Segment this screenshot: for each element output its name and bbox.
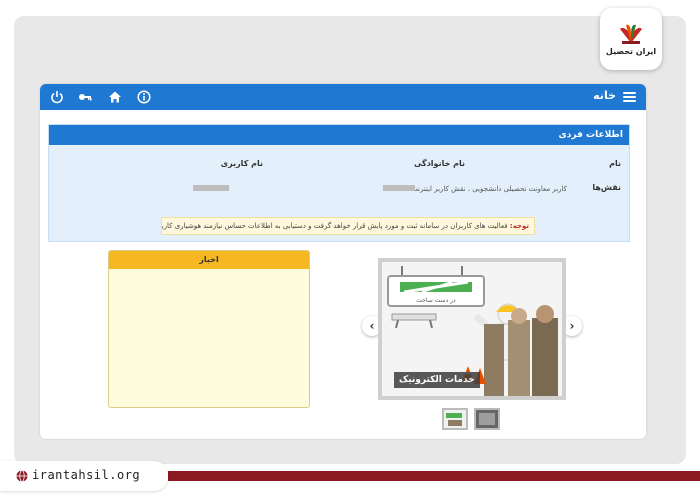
first-name-label: نام — [609, 159, 621, 168]
site-url[interactable]: irantahsil.org — [32, 468, 140, 482]
notice-label: توجه: — [509, 222, 529, 230]
slide-caption: خدمات الکترونیک — [394, 372, 480, 388]
top-navbar: خانه — [40, 84, 646, 110]
brand-logo-icon — [620, 24, 642, 44]
footer-site-tab: irantahsil.org — [0, 461, 168, 491]
thumbnail-image-1 — [444, 410, 466, 428]
username-label: نام کاربری — [220, 159, 263, 168]
hamburger-menu-icon[interactable] — [623, 92, 636, 102]
key-icon[interactable] — [78, 90, 92, 104]
thumbnail-image-2 — [476, 410, 498, 428]
personal-info-panel: اطلاعات فردی نام نام خانوادگی نام کاربری… — [48, 124, 630, 242]
slide-sign-text: در دست ساخت — [416, 297, 456, 304]
slider-thumbnail-1[interactable] — [442, 408, 468, 430]
home-icon[interactable] — [108, 90, 122, 104]
roles-value: کاربر معاونت تحصیلی دانشجویی ، نقش کاربر… — [411, 185, 567, 193]
home-label[interactable]: خانه — [593, 89, 616, 102]
footer-bar — [168, 471, 700, 481]
notice-text: فعالیت های کاربران در سامانه ثبت و مورد … — [161, 222, 510, 230]
app-window: خانه اطلاعات فردی نام نام خانوادگی نام ک… — [40, 84, 646, 439]
news-title: اخبار — [109, 251, 309, 269]
roles-label: نقش‌ها — [592, 183, 621, 192]
personal-info-title: اطلاعات فردی — [49, 125, 629, 145]
last-name-value-masked — [383, 185, 415, 191]
chevron-left-icon: ‹ — [369, 319, 375, 333]
slider-thumbnail-2[interactable] — [474, 408, 500, 430]
globe-icon — [16, 470, 28, 482]
image-slider[interactable]: در دست ساخت خدمات الکترونیک — [378, 258, 566, 400]
username-value-masked — [193, 185, 229, 191]
brand-logo: ایران تحصیل — [600, 8, 662, 70]
notice-box: توجه: فعالیت های کاربران در سامانه ثبت و… — [161, 217, 535, 235]
brand-logo-text: ایران تحصیل — [605, 46, 657, 56]
chevron-right-icon: › — [569, 319, 575, 333]
info-icon[interactable] — [137, 90, 151, 104]
last-name-label: نام خانوادگی — [413, 159, 465, 168]
news-box: اخبار — [108, 250, 310, 408]
power-icon[interactable] — [50, 90, 64, 104]
